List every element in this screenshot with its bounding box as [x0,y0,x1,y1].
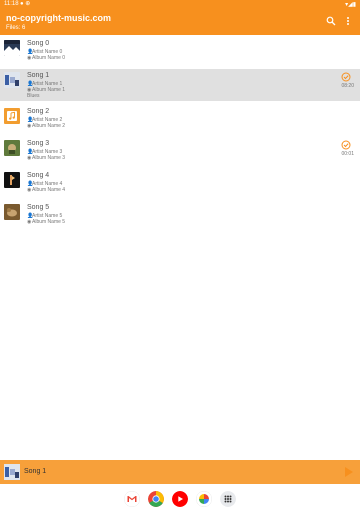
song-duration: 08:20 [341,83,354,89]
song-row[interactable]: Song 0 👤Artist Name 0 ◉Album Name 0 [0,37,360,65]
youtube-icon[interactable] [172,491,188,507]
song-row[interactable]: Song 4 👤Artist Name 4 ◉Album Name 4 [0,169,360,197]
song-title: Song 3 [27,140,50,147]
photos-icon[interactable] [196,491,212,507]
album-name: Album Name 2 [32,123,66,129]
chrome-icon[interactable] [148,491,164,507]
mini-player[interactable]: Song 1 [0,460,360,484]
album-name: Album Name 3 [32,155,66,161]
album-art-thumbnail [4,40,20,56]
album-art-thumbnail [4,172,20,188]
check-circle-icon[interactable] [341,72,351,82]
system-icons: ▾◢▮ [345,2,356,8]
play-icon[interactable] [344,466,354,478]
album-art-thumbnail [4,204,20,220]
album-name: Album Name 4 [32,187,66,193]
song-row[interactable]: Song 2 👤Artist Name 2 ◉Album Name 2 [0,105,360,133]
song-row-selected[interactable]: Song 1 👤Artist Name 1 ◉Album Name 1 Blue… [0,69,360,101]
app-title: no-copyright-music.com [6,13,112,23]
song-row[interactable]: Song 3 👤Artist Name 3 ◉Album Name 3 00:0… [0,137,360,165]
files-count: Files: 6 [6,25,26,31]
song-list: Song 0 👤Artist Name 0 ◉Album Name 0 Song… [0,37,360,233]
song-title: Song 1 [27,72,50,79]
now-playing-thumbnail [4,464,20,480]
status-time: 11:18 [4,1,19,7]
gmail-icon[interactable] [124,491,140,507]
app-bar: no-copyright-music.com Files: 6 [0,9,360,35]
song-title: Song 5 [27,204,50,211]
status-bar: 11:18 ● ⊕ ▾◢▮ [0,0,360,9]
now-playing-title: Song 1 [24,468,47,475]
system-dock [0,484,360,512]
song-title: Song 4 [27,172,50,179]
album-name: Album Name 0 [32,55,66,61]
apps-icon[interactable] [220,491,236,507]
album-name: Album Name 5 [32,219,66,225]
album-art-thumbnail [4,108,20,124]
song-title: Song 0 [27,40,50,47]
song-row[interactable]: Song 5 👤Artist Name 5 ◉Album Name 5 [0,201,360,229]
song-title: Song 2 [27,108,50,115]
album-art-thumbnail [4,140,20,156]
check-circle-icon[interactable] [341,140,351,150]
genre-label: Blues [27,93,40,99]
album-art-thumbnail [4,72,20,88]
notification-icons: ● ⊕ [20,1,31,7]
song-duration: 00:01 [341,151,354,157]
search-icon[interactable] [326,16,336,26]
more-options-icon[interactable] [343,16,353,26]
